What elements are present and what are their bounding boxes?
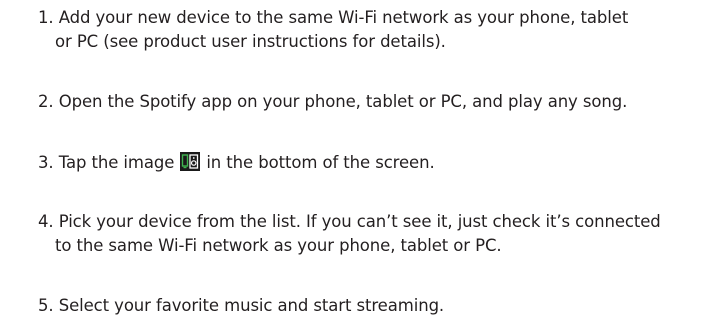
- step-3-number: 3.: [38, 153, 54, 172]
- speaker-outline: [189, 154, 199, 169]
- connect-device-icon: [180, 152, 201, 171]
- step-5-line-1: 5. Select your favorite music and start …: [38, 294, 698, 318]
- step-5: 5. Select your favorite music and start …: [38, 294, 698, 318]
- step-2-line-1: 2. Open the Spotify app on your phone, t…: [38, 90, 698, 114]
- step-4-text-1: Pick your device from the list. If you c…: [58, 212, 661, 231]
- phone-outline: [182, 154, 189, 167]
- step-1: 1. Add your new device to the same Wi-Fi…: [38, 6, 698, 54]
- step-1-text-1: Add your new device to the same Wi-Fi ne…: [58, 8, 629, 27]
- step-5-text-1: Select your favorite music and start str…: [58, 296, 445, 315]
- connect-device-glyph: [182, 154, 199, 169]
- step-1-number: 1.: [38, 8, 54, 27]
- step-5-number: 5.: [38, 296, 54, 315]
- step-3-text-after-icon: in the bottom of the screen.: [206, 153, 435, 172]
- step-3-text-before-icon: Tap the image: [58, 153, 175, 172]
- step-2-text-1: Open the Spotify app on your phone, tabl…: [58, 92, 628, 111]
- step-2-number: 2.: [38, 92, 54, 111]
- step-4-line-1: 4. Pick your device from the list. If yo…: [38, 210, 698, 234]
- step-3-line-1: 3. Tap the image in the bottom of the sc…: [38, 151, 698, 175]
- speaker-tweeter: [193, 157, 195, 159]
- step-4-line-2: to the same Wi-Fi network as your phone,…: [55, 236, 502, 255]
- step-2: 2. Open the Spotify app on your phone, t…: [38, 90, 698, 114]
- step-4: 4. Pick your device from the list. If yo…: [38, 210, 698, 258]
- speaker-cone: [191, 160, 197, 166]
- step-1-line-1: 1. Add your new device to the same Wi-Fi…: [38, 6, 698, 30]
- step-4-number: 4.: [38, 212, 54, 231]
- step-1-line-2: or PC (see product user instructions for…: [55, 32, 446, 51]
- instruction-steps: 1. Add your new device to the same Wi-Fi…: [0, 0, 706, 325]
- step-3: 3. Tap the image in the bottom of the sc…: [38, 151, 698, 175]
